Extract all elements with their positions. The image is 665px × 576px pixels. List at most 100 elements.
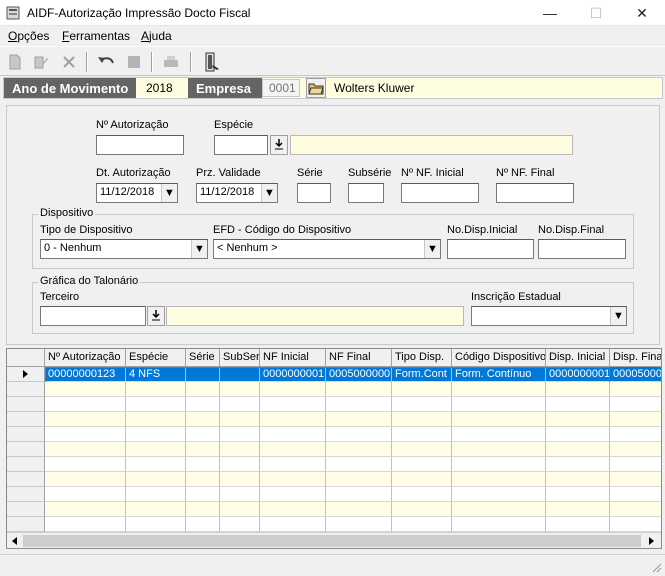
- col-tipo-disp[interactable]: Tipo Disp.: [392, 349, 452, 367]
- table-cell[interactable]: [260, 487, 326, 502]
- prz-validade-date[interactable]: 11/12/2018 ▼: [196, 183, 278, 203]
- table-cell[interactable]: [546, 517, 610, 532]
- table-cell[interactable]: [126, 397, 186, 412]
- table-cell[interactable]: [186, 472, 220, 487]
- table-cell[interactable]: [220, 382, 260, 397]
- dropdown-arrow-icon[interactable]: ▼: [191, 240, 207, 258]
- print-icon[interactable]: [160, 51, 182, 73]
- table-cell[interactable]: [220, 457, 260, 472]
- table-cell[interactable]: [220, 412, 260, 427]
- serie-input[interactable]: [297, 183, 331, 203]
- table-cell[interactable]: [260, 502, 326, 517]
- table-cell[interactable]: [186, 517, 220, 532]
- table-cell[interactable]: [220, 517, 260, 532]
- col-num-autorizacao[interactable]: Nº Autorização: [45, 349, 126, 367]
- table-cell[interactable]: [186, 382, 220, 397]
- table-cell[interactable]: [452, 517, 546, 532]
- row-indicator[interactable]: [7, 397, 45, 412]
- table-cell[interactable]: [220, 472, 260, 487]
- row-indicator[interactable]: [7, 412, 45, 427]
- table-cell[interactable]: [326, 442, 392, 457]
- table-cell[interactable]: [452, 487, 546, 502]
- table-cell[interactable]: [326, 427, 392, 442]
- close-button[interactable]: ✕: [619, 0, 665, 26]
- table-cell[interactable]: [546, 382, 610, 397]
- table-cell[interactable]: [126, 457, 186, 472]
- scroll-right-icon[interactable]: [645, 535, 657, 547]
- num-autorizacao-input[interactable]: [96, 135, 184, 155]
- table-cell[interactable]: [452, 427, 546, 442]
- table-cell[interactable]: [220, 442, 260, 457]
- menu-ferramentas[interactable]: Ferramentas: [62, 29, 130, 43]
- table-cell[interactable]: [45, 472, 126, 487]
- new-icon[interactable]: [4, 51, 26, 73]
- dt-autorizacao-date[interactable]: 11/12/2018 ▼: [96, 183, 178, 203]
- inscricao-select[interactable]: ▼: [471, 306, 627, 326]
- especie-code-input[interactable]: [214, 135, 268, 155]
- exit-door-icon[interactable]: [200, 51, 222, 73]
- table-cell[interactable]: [610, 502, 661, 517]
- table-cell[interactable]: [452, 397, 546, 412]
- col-disp-final[interactable]: Disp. Final: [610, 349, 661, 367]
- undo-icon[interactable]: [95, 51, 117, 73]
- table-cell[interactable]: 0000000001: [260, 367, 326, 382]
- row-indicator[interactable]: [7, 472, 45, 487]
- col-especie[interactable]: Espécie: [126, 349, 186, 367]
- dropdown-arrow-icon[interactable]: ▼: [424, 240, 440, 258]
- table-cell[interactable]: [326, 517, 392, 532]
- menu-ajuda[interactable]: Ajuda: [141, 29, 172, 43]
- table-cell[interactable]: [392, 487, 452, 502]
- empresa-code[interactable]: 0001: [262, 79, 300, 97]
- table-cell[interactable]: [546, 397, 610, 412]
- no-disp-inicial-input[interactable]: [447, 239, 534, 259]
- table-cell[interactable]: [186, 487, 220, 502]
- terceiro-lookup-button[interactable]: [147, 306, 165, 326]
- table-cell[interactable]: [326, 457, 392, 472]
- table-cell[interactable]: [260, 427, 326, 442]
- table-cell[interactable]: [452, 442, 546, 457]
- efd-select[interactable]: < Nenhum > ▼: [213, 239, 441, 259]
- no-disp-final-input[interactable]: [538, 239, 626, 259]
- table-cell[interactable]: [546, 487, 610, 502]
- row-indicator[interactable]: [7, 517, 45, 532]
- menu-opcoes[interactable]: Opções: [8, 29, 49, 43]
- table-cell[interactable]: [186, 502, 220, 517]
- table-cell[interactable]: [392, 442, 452, 457]
- table-cell[interactable]: [45, 517, 126, 532]
- table-cell[interactable]: [610, 412, 661, 427]
- table-cell[interactable]: [326, 502, 392, 517]
- table-cell[interactable]: [186, 427, 220, 442]
- row-indicator[interactable]: [7, 487, 45, 502]
- table-cell[interactable]: [220, 367, 260, 382]
- table-cell[interactable]: 0005000000: [326, 367, 392, 382]
- ano-value[interactable]: 2018: [140, 79, 182, 97]
- table-cell[interactable]: [45, 427, 126, 442]
- table-cell[interactable]: [45, 487, 126, 502]
- col-codigo-dispositivo[interactable]: Código Dispositivo: [452, 349, 546, 367]
- table-cell[interactable]: [546, 472, 610, 487]
- table-cell[interactable]: [452, 412, 546, 427]
- minimize-button[interactable]: —: [527, 0, 573, 26]
- table-cell[interactable]: Form.Cont: [392, 367, 452, 382]
- table-cell[interactable]: [610, 472, 661, 487]
- table-cell[interactable]: [220, 427, 260, 442]
- table-cell[interactable]: [126, 427, 186, 442]
- nf-inicial-input[interactable]: [401, 183, 479, 203]
- table-cell[interactable]: [546, 457, 610, 472]
- table-cell[interactable]: [546, 412, 610, 427]
- especie-lookup-button[interactable]: [270, 135, 288, 155]
- table-cell[interactable]: [610, 457, 661, 472]
- table-cell[interactable]: [326, 382, 392, 397]
- table-cell[interactable]: [186, 412, 220, 427]
- table-cell[interactable]: 00005000: [610, 367, 661, 382]
- folder-open-icon[interactable]: [306, 78, 326, 98]
- stop-icon[interactable]: [123, 51, 145, 73]
- table-cell[interactable]: [610, 487, 661, 502]
- table-cell[interactable]: [326, 412, 392, 427]
- table-cell[interactable]: [610, 427, 661, 442]
- subserie-input[interactable]: [348, 183, 384, 203]
- table-cell[interactable]: [452, 382, 546, 397]
- table-cell[interactable]: Form. Contínuo: [452, 367, 546, 382]
- table-cell[interactable]: [126, 442, 186, 457]
- table-cell[interactable]: [126, 487, 186, 502]
